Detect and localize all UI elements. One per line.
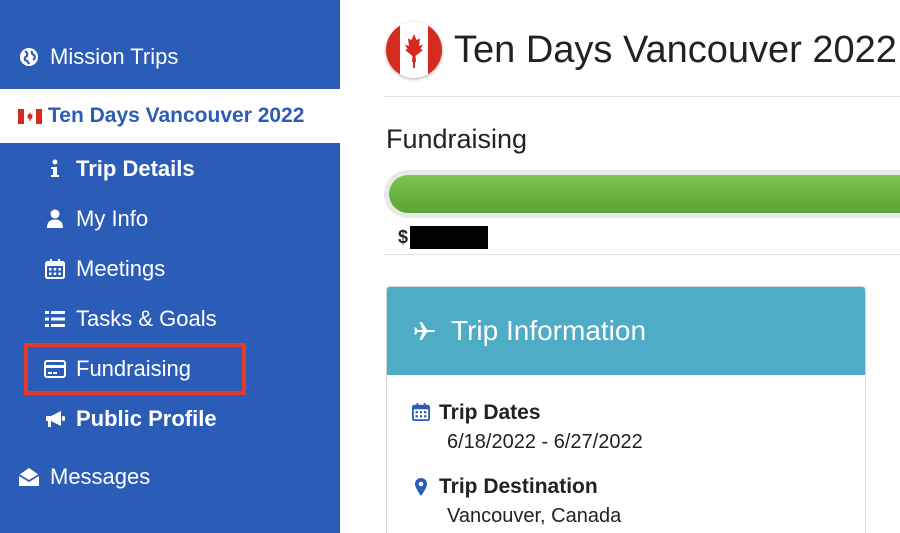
trip-information-card: Trip Information Trip Dates 6/18/2022 - … [386,286,866,533]
canada-flag-icon [18,108,42,124]
sidebar-item-trip-details[interactable]: Trip Details [44,156,195,182]
fundraising-progress-fill [389,175,900,213]
page-header: Ten Days Vancouver 2022 [386,22,897,78]
envelope-open-icon [18,466,40,488]
trip-information-title: Trip Information [451,315,647,346]
sidebar-item-messages[interactable]: Messages [18,464,150,490]
sidebar-item-label: Trip Details [76,156,195,181]
page-title: Ten Days Vancouver 2022 [454,28,897,71]
sidebar-item-label: Public Profile [76,406,217,431]
trip-dates-row: Trip Dates [411,401,541,425]
globe-icon [18,46,40,68]
calendar-icon [411,401,431,421]
sidebar-item-public-profile[interactable]: Public Profile [44,406,217,432]
fundraising-divider [384,254,900,255]
sidebar: Mission Trips Ten Days Vancouver 2022 Tr… [0,0,340,533]
canada-flag-icon [386,22,442,78]
sidebar-item-label: Tasks & Goals [76,306,217,331]
info-icon [44,158,66,180]
fundraising-progress-bar [384,170,900,218]
map-marker-icon [411,475,431,497]
fundraising-title: Fundraising [386,124,528,154]
bullhorn-icon [44,408,66,430]
trip-destination-value: Vancouver, Canada [447,505,622,527]
trip-dates-label: Trip Dates [439,401,541,424]
trip-destination-label: Trip Destination [439,475,598,498]
list-icon [44,308,66,330]
sidebar-item-tasks-goals[interactable]: Tasks & Goals [44,306,217,332]
main-content: Ten Days Vancouver 2022 Fundraising $ Tr… [340,0,900,533]
header-divider [384,96,900,97]
sidebar-item-mission-trips[interactable]: Mission Trips [18,44,178,70]
plane-icon [413,319,437,343]
sidebar-item-my-info[interactable]: My Info [44,206,148,232]
redacted-amount [410,226,489,249]
sidebar-item-label: My Info [76,206,149,231]
sidebar-item-active-trip[interactable]: Ten Days Vancouver 2022 [0,89,340,143]
trip-dates-value: 6/18/2022 - 6/27/2022 [447,431,643,453]
sidebar-item-meetings[interactable]: Meetings [44,256,165,282]
active-trip-label: Ten Days Vancouver 2022 [48,104,305,127]
trip-information-header: Trip Information [387,287,865,375]
user-icon [44,208,66,230]
sidebar-item-label: Meetings [76,256,166,281]
fundraising-highlight-box [24,343,246,395]
sidebar-item-label: Mission Trips [50,44,179,69]
fundraising-amount: $ [398,226,489,249]
trip-destination-row: Trip Destination [411,475,598,499]
calendar-icon [44,258,66,280]
sidebar-item-label: Messages [50,464,151,489]
amount-prefix: $ [398,227,409,247]
